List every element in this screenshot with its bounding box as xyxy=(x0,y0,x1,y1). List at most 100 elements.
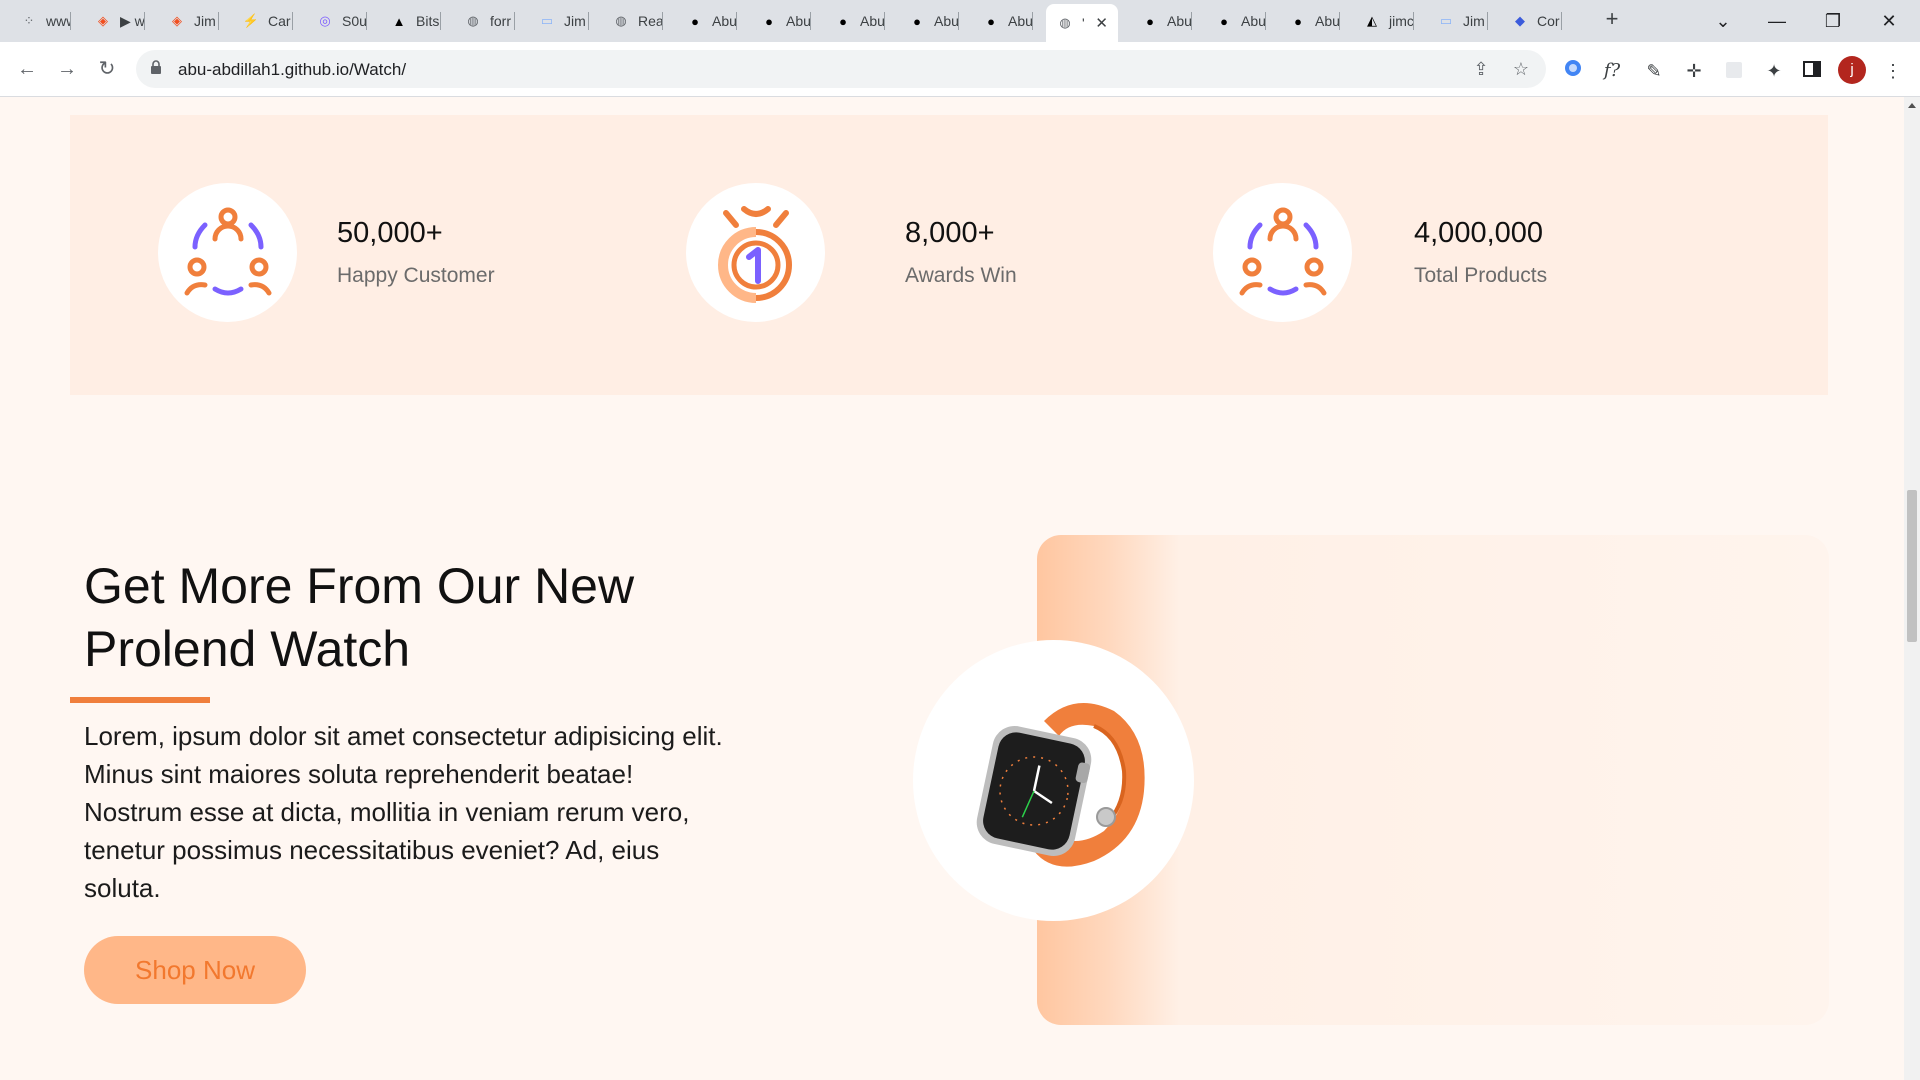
github-icon: ● xyxy=(1220,13,1228,29)
page-scrollbar[interactable] xyxy=(1904,97,1920,1080)
page-viewport: 50,000+ Happy Customer 8,000+ Awards Win xyxy=(0,97,1904,1080)
window-icon: ▭ xyxy=(1439,13,1453,28)
browser-tab[interactable]: ◈ ▶ w xyxy=(84,8,145,34)
tab-title: ▶ w xyxy=(120,12,145,29)
browser-tab[interactable]: ⁘ www xyxy=(10,8,71,34)
move-icon[interactable]: ✛ xyxy=(1683,60,1705,82)
eyedropper-icon[interactable]: ✎ xyxy=(1643,60,1665,82)
tab-separator xyxy=(514,12,515,30)
tab-separator xyxy=(736,12,737,30)
promo-heading: Get More From Our New Prolend Watch xyxy=(84,555,704,681)
browser-tab[interactable]: ▭ Jim xyxy=(528,8,589,34)
window-icon: ▭ xyxy=(540,13,554,28)
font-extension-icon[interactable]: f? xyxy=(1601,60,1623,82)
reload-icon[interactable]: ↻ xyxy=(92,54,122,84)
browser-tab[interactable]: ● Abu xyxy=(898,8,959,34)
medal-icon xyxy=(717,205,792,303)
tab-separator xyxy=(144,12,145,30)
tab-title: Jim xyxy=(1463,13,1485,29)
profile-avatar[interactable]: j xyxy=(1838,56,1866,84)
tab-title: Jim xyxy=(194,13,216,29)
tab-separator xyxy=(1413,12,1414,30)
minimize-button[interactable]: — xyxy=(1754,6,1800,36)
promo-heading-line1: Get More From Our New xyxy=(84,558,635,614)
tab-separator xyxy=(1487,12,1488,30)
extension-square-icon[interactable] xyxy=(1723,60,1745,82)
browser-tab[interactable]: ▲ Bits xyxy=(380,8,441,34)
globe-icon: ◍ xyxy=(467,13,479,28)
url-text: abu-abdillah1.github.io/Watch/ xyxy=(178,60,407,79)
people-circle-icon xyxy=(184,207,271,295)
browser-tab[interactable]: ◍ forr xyxy=(454,8,515,34)
tab-title: Abu xyxy=(1241,13,1266,29)
tab-title: Abu xyxy=(934,13,959,29)
forward-icon[interactable]: → xyxy=(52,54,82,84)
tab-separator xyxy=(366,12,367,30)
promo-description: Lorem, ipsum dolor sit amet consectetur … xyxy=(84,721,723,903)
tab-title: Abu xyxy=(712,13,737,29)
browser-tab[interactable]: ◎ S0u xyxy=(306,8,367,34)
tab-separator xyxy=(70,12,71,30)
github-icon: ● xyxy=(765,13,773,29)
tab-title: Bits xyxy=(416,13,440,29)
browser-tab[interactable]: ◍ Rea xyxy=(602,8,663,34)
puzzle-icon[interactable]: ✦ xyxy=(1763,60,1785,82)
smartwatch-image xyxy=(976,702,1145,867)
browser-tab[interactable]: ◭ jimc xyxy=(1353,8,1414,34)
side-panel-icon[interactable] xyxy=(1801,60,1823,82)
tab-search-icon[interactable]: ⌄ xyxy=(1700,6,1746,36)
browser-tab[interactable]: ● Abu xyxy=(1131,8,1192,34)
tab-separator xyxy=(440,12,441,30)
tab-title: Abu xyxy=(1167,13,1192,29)
watch-image-circle xyxy=(913,640,1194,921)
tab-separator xyxy=(810,12,811,30)
bookmark-star-icon[interactable]: ☆ xyxy=(1510,58,1532,80)
share-icon[interactable]: ⇪ xyxy=(1470,58,1492,80)
shop-now-button[interactable]: Shop Now xyxy=(84,936,306,1004)
close-window-button[interactable]: ✕ xyxy=(1866,6,1912,36)
tab-title: Cor xyxy=(1537,13,1560,29)
browser-tab[interactable]: ● Abu xyxy=(1205,8,1266,34)
scrollbar-thumb[interactable] xyxy=(1907,490,1917,642)
tab-title: www xyxy=(46,13,71,29)
spiral-icon: ◎ xyxy=(319,13,331,28)
browser-tab[interactable]: ● Abu xyxy=(824,8,885,34)
tab-title: forr xyxy=(490,13,511,29)
browser-tab[interactable]: ◆ Cor xyxy=(1501,8,1562,34)
browser-tab[interactable]: ● Abu xyxy=(750,8,811,34)
github-icon: ● xyxy=(691,13,699,29)
tab-separator xyxy=(588,12,589,30)
tab-title: Abu xyxy=(1315,13,1340,29)
new-tab-button[interactable]: + xyxy=(1600,8,1624,32)
tab-title: Abu xyxy=(860,13,885,29)
tab-separator xyxy=(662,12,663,30)
browser-tab[interactable]: ⚡ Car xyxy=(232,8,293,34)
stat-label: Happy Customer xyxy=(337,264,495,287)
tab-title: S0u xyxy=(342,13,367,29)
back-icon[interactable]: ← xyxy=(12,54,42,84)
stat-value: 50,000+ xyxy=(337,217,443,249)
tab-title: Rea xyxy=(638,13,663,29)
browser-toolbar: ← → ↻ abu-abdillah1.github.io/Watch/ ⇪ ☆… xyxy=(0,42,1920,97)
address-bar[interactable]: abu-abdillah1.github.io/Watch/ ⇪ ☆ xyxy=(136,50,1546,88)
circle-triangle-icon: ◭ xyxy=(1367,13,1377,28)
extension-circle-icon[interactable] xyxy=(1562,58,1584,80)
browser-tab[interactable]: ▭ Jim xyxy=(1427,8,1488,34)
browser-tab[interactable]: ◈ Jim xyxy=(158,8,219,34)
tab-title: Abu xyxy=(1008,13,1033,29)
close-tab-icon[interactable]: ✕ xyxy=(1095,14,1108,32)
maximize-button[interactable]: ❐ xyxy=(1810,6,1856,36)
scroll-up-arrow-icon[interactable] xyxy=(1908,103,1916,108)
browser-tab[interactable]: ● Abu xyxy=(1279,8,1340,34)
github-icon: ● xyxy=(1146,13,1154,29)
tab-strip: + ⌄ — ❐ ✕ ⁘ www ◈ ▶ w ◈ Jim ⚡ Car ◎ S0u ▲ Bits ◍ forr… xyxy=(0,0,1920,42)
tab-separator xyxy=(884,12,885,30)
stat-awards-win: 8,000+ Awards Win xyxy=(686,183,1017,322)
lock-icon xyxy=(151,60,161,74)
github-icon: ● xyxy=(1294,13,1302,29)
browser-tab[interactable]: ◍ ' ✕ xyxy=(1046,4,1118,42)
browser-tab[interactable]: ● Abu xyxy=(972,8,1033,34)
tab-separator xyxy=(1191,12,1192,30)
browser-tab[interactable]: ● Abu xyxy=(676,8,737,34)
menu-kebab-icon[interactable]: ⋮ xyxy=(1882,60,1904,82)
